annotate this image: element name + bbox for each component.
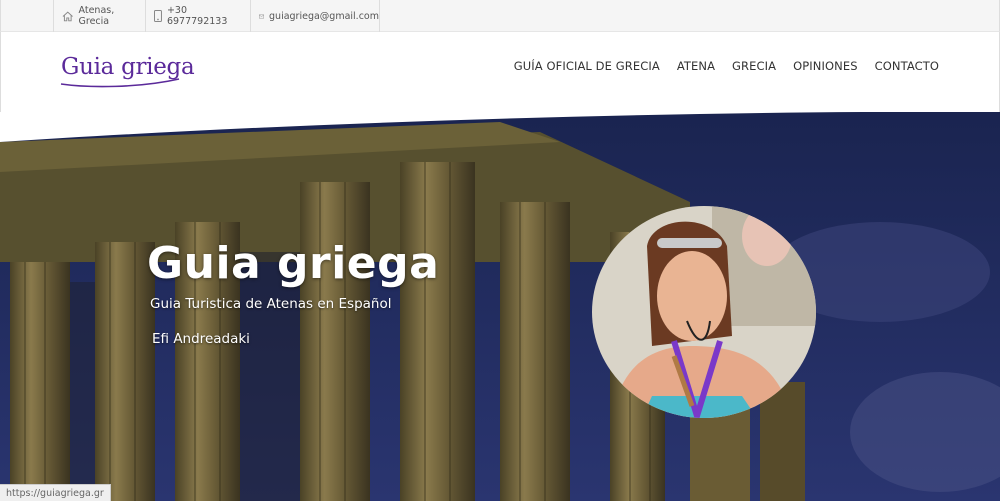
guide-name: Efi Andreadaki	[152, 331, 250, 347]
header-wave	[0, 112, 1000, 142]
hero-title: Guia griega	[147, 238, 440, 289]
phone-info[interactable]: +30 6977792133	[145, 0, 250, 32]
browser-status-url: https://guiagriega.gr	[0, 484, 111, 501]
nav-atena[interactable]: ATENA	[677, 59, 715, 73]
location-text: Atenas, Grecia	[78, 5, 115, 27]
nav-contacto[interactable]: CONTACTO	[875, 59, 939, 73]
phone-icon	[154, 10, 162, 22]
email-info[interactable]: guiagriega@gmail.com	[250, 0, 380, 32]
hero-subtitle: Guia Turistica de Atenas en Español	[150, 296, 392, 312]
logo-swash	[60, 78, 180, 88]
mail-icon	[259, 14, 265, 18]
top-bar: Atenas, Grecia +30 6977792133 guiagriega…	[0, 0, 1000, 32]
location-info: Atenas, Grecia	[53, 0, 145, 32]
guide-portrait	[592, 206, 816, 418]
nav-opiniones[interactable]: OPINIONES	[793, 59, 858, 73]
portrait-image	[592, 206, 816, 418]
home-icon	[62, 11, 73, 21]
email-text: guiagriega@gmail.com	[269, 10, 379, 22]
nav-grecia[interactable]: GRECIA	[732, 59, 776, 73]
hero-banner: Guia griega Guia Turistica de Atenas en …	[0, 112, 1000, 501]
nav-guia-oficial[interactable]: GUÍA OFICIAL DE GRECIA	[514, 59, 660, 73]
main-nav: GUÍA OFICIAL DE GRECIA ATENA GRECIA OPIN…	[497, 59, 939, 73]
phone-text: +30 6977792133	[166, 5, 228, 27]
